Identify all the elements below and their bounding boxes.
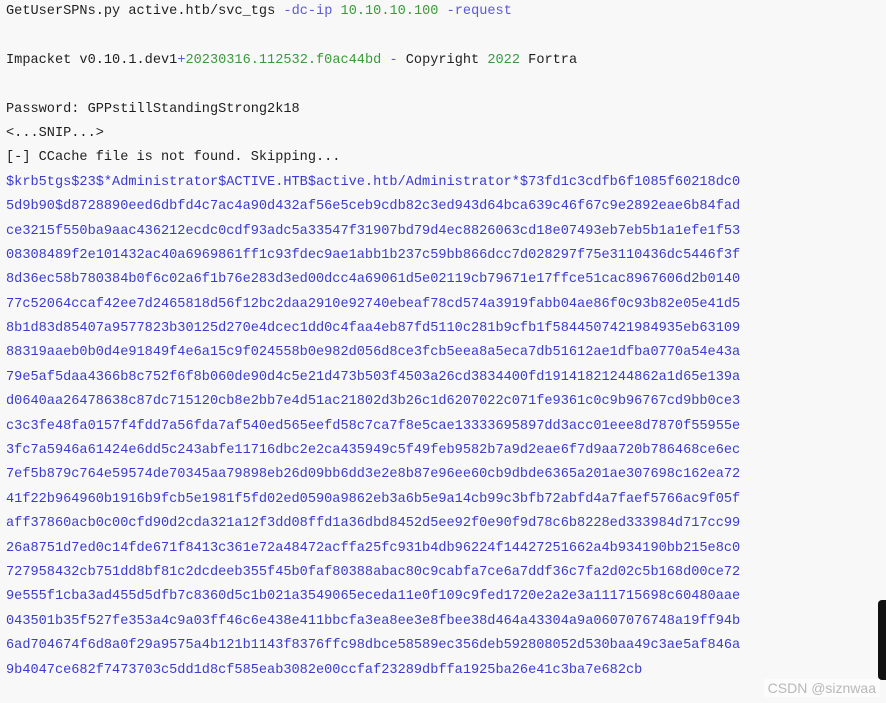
banner-copyright: Copyright xyxy=(405,52,480,68)
scrollbar-thumb[interactable] xyxy=(878,600,886,680)
hash-line: 727958432cb751dd8bf81c2dcdeeb355f45b0faf… xyxy=(6,564,741,580)
snip-line: <...SNIP...> xyxy=(6,125,104,141)
password-line: Password: GPPstillStandingStrong2k18 xyxy=(6,101,300,117)
hash-line: 5d9b90$d8728890eed6dbfd4c7ac4a90d432af56… xyxy=(6,199,741,215)
hash-line: 9b4047ce682f7473703c5dd1d8cf585eab3082e0… xyxy=(6,662,643,678)
command-flag-request: -request xyxy=(446,4,512,19)
terminal-output: GetUserSPNs.py active.htb/svc_tgs -dc-ip… xyxy=(6,0,886,683)
banner-prefix: Impacket v0.10.1.dev1 xyxy=(6,52,178,68)
hash-line: 41f22b964960b1916b9fcb5e1981f5fd02ed0590… xyxy=(6,491,741,507)
hash-line: 7ef5b879c764e59574de70345aa79898eb26d09b… xyxy=(6,467,741,483)
hash-line: 26a8751d7ed0c14fde671f8413c361e72a48472a… xyxy=(6,540,741,556)
hash-line: ce3215f550ba9aac436212ecdc0cdf93adc5a335… xyxy=(6,223,741,239)
banner-owner: Fortra xyxy=(528,52,578,68)
command-target: active.htb/svc_tgs xyxy=(128,4,276,19)
hash-line: 8d36ec58b780384b0f6c02a6f1b76e283d3ed00d… xyxy=(6,272,741,288)
watermark: CSDN @siznwaa xyxy=(763,679,880,697)
hash-line: d0640aa26478638c87dc715120cb8e2bb7e4d51a… xyxy=(6,394,741,410)
command-line: GetUserSPNs.py active.htb/svc_tgs -dc-ip… xyxy=(6,0,886,24)
command-tool: GetUserSPNs.py xyxy=(6,4,121,19)
banner-build: 20230316.112532.f0ac44bd xyxy=(185,52,382,68)
hash-line: 77c52064ccaf42ee7d2465818d56f12bc2daa291… xyxy=(6,296,741,312)
hash-line: $krb5tgs$23$*Administrator$ACTIVE.HTB$ac… xyxy=(6,174,741,190)
hash-line: 88319aaeb0b0d4e91849f4e6a15c9f024558b0e9… xyxy=(6,345,741,361)
hash-line: aff37860acb0c00cfd90d2cda321a12f3dd08ffd… xyxy=(6,516,741,532)
hash-line: c3c3fe48fa0157f4fdd7a56fda7af540ed565eef… xyxy=(6,418,741,434)
ccache-line: [-] CCache file is not found. Skipping..… xyxy=(6,150,341,166)
hash-line: 3fc7a5946a61424e6dd5c243abfe11716dbc2e2c… xyxy=(6,443,741,459)
command-ip: 10.10.10.100 xyxy=(340,4,439,19)
hash-line: 6ad704674f6d8a0f29a9575a4b121b1143f8376f… xyxy=(6,638,741,654)
banner-year: 2022 xyxy=(487,52,520,68)
hash-line: 8b1d83d85407a9577823b30125d270e4dcec1dd0… xyxy=(6,321,741,337)
hash-line: 79e5af5daa4366b8c752f6f8b060de90d4c5e21d… xyxy=(6,369,741,385)
banner-dash: - xyxy=(381,52,406,68)
command-flag-dcip: -dc-ip xyxy=(283,4,333,19)
hash-line: 043501b35f527fe353a4c9a03ff46c6e438e411b… xyxy=(6,613,741,629)
kerberos-hash-block: $krb5tgs$23$*Administrator$ACTIVE.HTB$ac… xyxy=(6,171,886,683)
hash-line: 08308489f2e101432ac40a6969861ff1c93fdec9… xyxy=(6,247,741,263)
banner-line: Impacket v0.10.1.dev1+20230316.112532.f0… xyxy=(6,49,886,73)
hash-line: 9e555f1cba3ad455d5dfb7c8360d5c1b021a3549… xyxy=(6,589,741,605)
